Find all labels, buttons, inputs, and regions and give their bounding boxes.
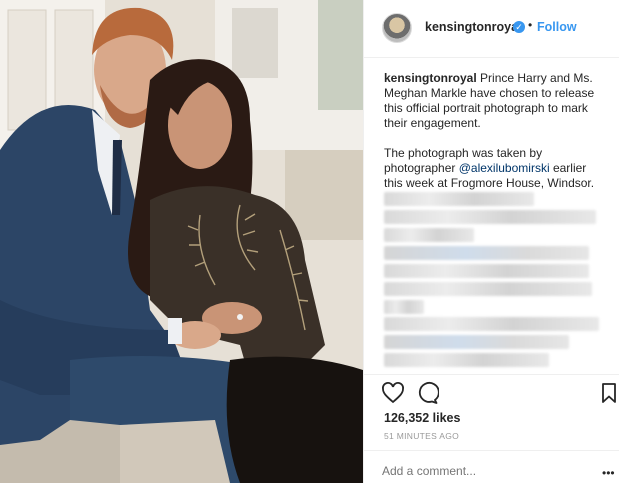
actions-divider: [364, 374, 619, 376]
caption-paragraph-credit: The photograph was taken by photographer…: [384, 146, 602, 191]
post-sidebar: kensingtonroyal ✓ • Follow kensingtonroy…: [363, 0, 619, 483]
blurred-comment: [384, 335, 569, 349]
more-options-icon[interactable]: •••: [602, 466, 615, 480]
header-username[interactable]: kensingtonroyal: [425, 20, 522, 34]
post-timestamp[interactable]: 51 MINUTES AGO: [384, 431, 459, 441]
blurred-comment: [384, 317, 599, 331]
caption-username[interactable]: kensingtonroyal: [384, 71, 477, 85]
blurred-comment: [384, 353, 549, 367]
engagement-portrait-image: [0, 0, 363, 483]
blurred-comment: [384, 192, 534, 206]
comment-box: •••: [364, 450, 619, 483]
blurred-comment: [384, 300, 424, 314]
blurred-comment: [384, 246, 589, 260]
bookmark-icon[interactable]: [597, 381, 619, 405]
post-photo[interactable]: [0, 0, 363, 483]
comment-input[interactable]: [382, 464, 572, 478]
post-header: kensingtonroyal ✓ • Follow: [364, 0, 619, 58]
likes-count[interactable]: 126,352 likes: [384, 411, 460, 425]
photographer-mention-link[interactable]: @alexilubomirski: [459, 161, 550, 175]
header-separator: •: [528, 18, 533, 32]
blurred-comment: [384, 210, 596, 224]
instagram-post: kensingtonroyal ✓ • Follow kensingtonroy…: [0, 0, 619, 483]
heart-icon[interactable]: [381, 381, 405, 405]
verified-badge-icon: ✓: [513, 21, 525, 33]
follow-button[interactable]: Follow: [537, 20, 577, 34]
blurred-comment: [384, 228, 474, 242]
comment-icon[interactable]: [415, 381, 440, 405]
blurred-comment: [384, 282, 592, 296]
avatar[interactable]: [382, 13, 412, 43]
post-caption: kensingtonroyal Prince Harry and Ms. Meg…: [384, 71, 602, 206]
caption-paragraph: kensingtonroyal Prince Harry and Ms. Meg…: [384, 71, 602, 131]
blurred-comment: [384, 264, 589, 278]
